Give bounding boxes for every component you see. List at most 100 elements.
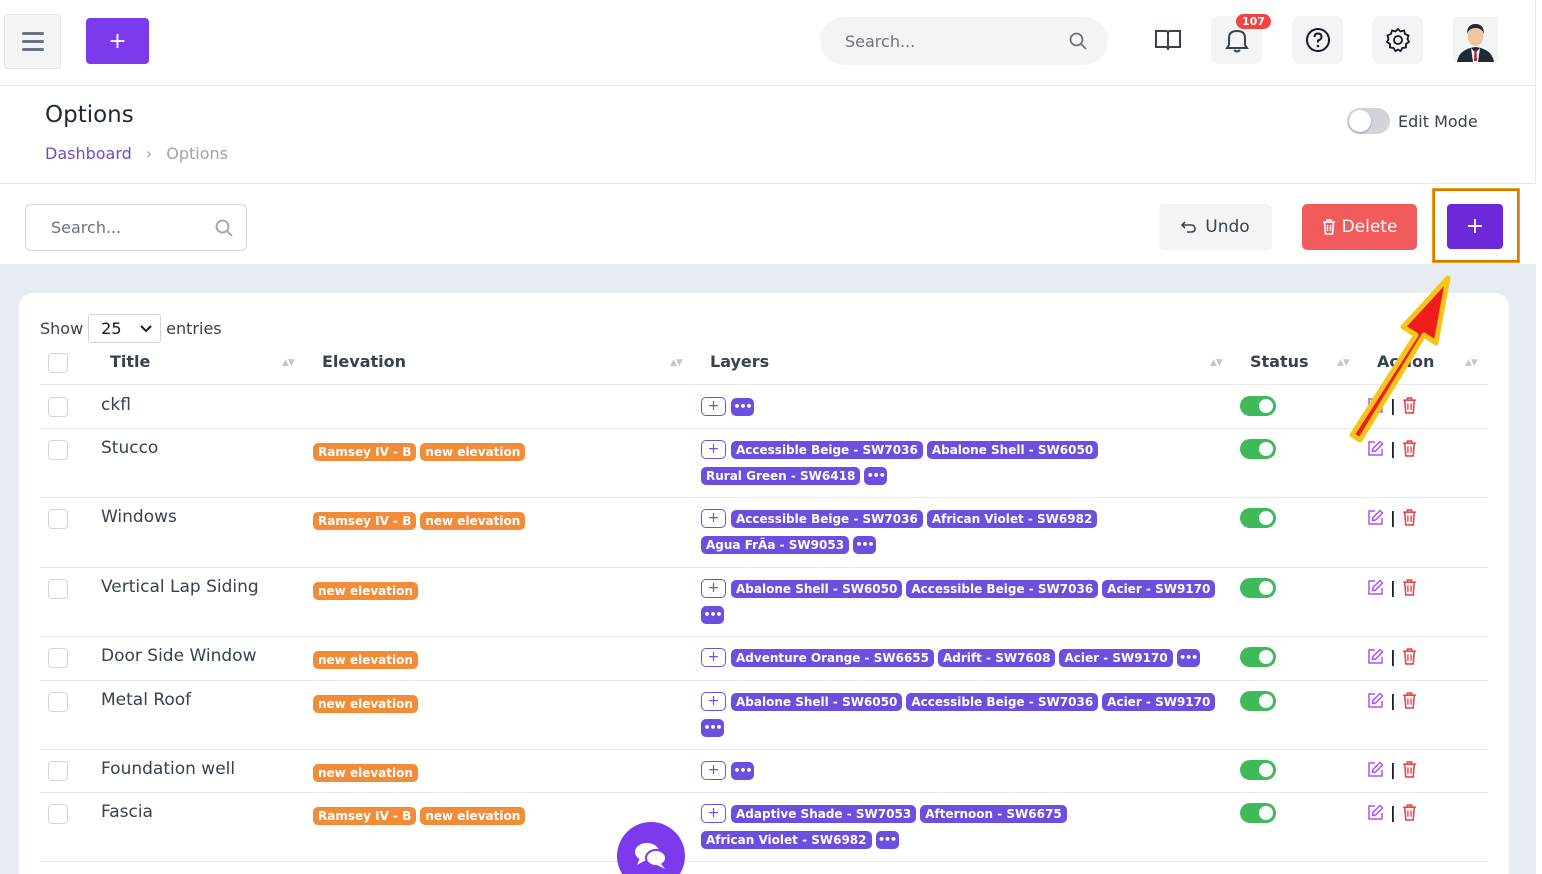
user-avatar[interactable] xyxy=(1453,17,1498,62)
row-checkbox[interactable] xyxy=(48,804,68,824)
row-checkbox[interactable] xyxy=(48,648,68,668)
row-elevations: new elevation xyxy=(313,762,422,782)
column-header-elevation[interactable]: Elevation xyxy=(322,352,406,371)
trash-icon[interactable] xyxy=(1402,692,1417,709)
gear-icon xyxy=(1385,27,1410,53)
status-toggle[interactable] xyxy=(1240,508,1276,528)
row-divider xyxy=(40,749,1488,750)
status-toggle[interactable] xyxy=(1240,439,1276,459)
layer-tag: Rural Green - SW6418 xyxy=(701,466,861,485)
breadcrumb-dashboard-link[interactable]: Dashboard xyxy=(45,144,132,163)
row-layers: + Abalone Shell - SW6050 Accessible Beige … xyxy=(701,688,1221,740)
row-elevations: new elevation xyxy=(313,693,422,713)
status-toggle[interactable] xyxy=(1240,578,1276,598)
undo-label: Undo xyxy=(1205,217,1250,237)
more-layers-button[interactable]: ••• xyxy=(853,535,877,554)
more-layers-button[interactable]: ••• xyxy=(701,718,724,737)
edit-mode-toggle[interactable] xyxy=(1347,108,1390,134)
entries-select[interactable]: 25 xyxy=(88,314,162,343)
row-divider xyxy=(40,680,1488,681)
annotation-arrow xyxy=(1349,275,1451,443)
bell-icon xyxy=(1224,29,1249,53)
add-layer-button[interactable]: + xyxy=(701,692,726,711)
layer-tag: Adaptive Shade - SW7053 xyxy=(731,804,917,823)
add-option-button[interactable]: + xyxy=(1447,204,1503,249)
layer-tag: Accessible Beige - SW7036 xyxy=(906,579,1099,598)
help-button[interactable] xyxy=(1292,16,1343,64)
book-icon xyxy=(1154,30,1181,51)
add-layer-button[interactable]: + xyxy=(701,509,726,528)
row-checkbox[interactable] xyxy=(48,397,68,417)
add-layer-button[interactable]: + xyxy=(701,761,726,780)
edit-icon[interactable] xyxy=(1367,692,1384,709)
top-add-button[interactable]: + xyxy=(86,18,149,64)
row-title: Door Side Window xyxy=(101,646,257,666)
trash-icon[interactable] xyxy=(1402,804,1417,821)
layer-tag: Abalone Shell - SW6050 xyxy=(731,579,903,598)
edit-icon[interactable] xyxy=(1367,579,1384,596)
page-header: Options Dashboard › Options Edit Mode xyxy=(0,86,1536,184)
delete-label: Delete xyxy=(1341,217,1398,237)
row-checkbox[interactable] xyxy=(48,579,68,599)
trash-icon[interactable] xyxy=(1402,579,1417,596)
row-checkbox[interactable] xyxy=(48,692,68,712)
settings-button[interactable] xyxy=(1372,16,1423,64)
edit-mode-control: Edit Mode xyxy=(1347,108,1478,134)
add-layer-button[interactable]: + xyxy=(701,397,726,416)
breadcrumb: Dashboard › Options xyxy=(45,144,228,163)
search-icon xyxy=(1069,32,1087,50)
add-layer-button[interactable]: + xyxy=(701,440,726,459)
column-header-layers[interactable]: Layers xyxy=(710,352,769,371)
layer-tag: Accessible Beige - SW7036 xyxy=(731,509,923,528)
undo-icon xyxy=(1181,221,1197,233)
layer-tag: Agua FrÃ­a - SW9053 xyxy=(701,535,850,554)
action-separator: | xyxy=(1390,578,1396,597)
table-search-input[interactable]: Search... xyxy=(25,204,247,251)
delete-button[interactable]: Delete xyxy=(1302,204,1417,250)
status-toggle[interactable] xyxy=(1240,647,1276,667)
add-layer-button[interactable]: + xyxy=(701,648,726,667)
elevation-tag: new elevation xyxy=(313,651,418,669)
select-all-checkbox[interactable] xyxy=(48,353,68,373)
row-actions: | xyxy=(1367,578,1417,597)
row-elevations: new elevation xyxy=(313,649,422,669)
edit-icon[interactable] xyxy=(1367,509,1384,526)
status-toggle[interactable] xyxy=(1240,803,1276,823)
edit-icon[interactable] xyxy=(1367,804,1384,821)
trash-icon[interactable] xyxy=(1402,509,1417,526)
hamburger-menu-button[interactable] xyxy=(4,14,61,69)
row-actions: | xyxy=(1367,691,1417,710)
row-checkbox[interactable] xyxy=(48,761,68,781)
action-separator: | xyxy=(1390,760,1396,779)
more-layers-button[interactable]: ••• xyxy=(731,761,754,780)
docs-button[interactable] xyxy=(1142,16,1193,64)
notifications-button[interactable]: 107 xyxy=(1211,14,1271,64)
more-layers-button[interactable]: ••• xyxy=(731,397,754,416)
undo-button[interactable]: Undo xyxy=(1159,204,1272,250)
row-actions: | xyxy=(1367,760,1417,779)
action-separator: | xyxy=(1390,647,1396,666)
add-layer-button[interactable]: + xyxy=(701,579,726,598)
layer-tag: Adrift - SW7608 xyxy=(938,648,1056,667)
edit-icon[interactable] xyxy=(1367,761,1384,778)
add-layer-button[interactable]: + xyxy=(701,804,726,823)
column-header-title[interactable]: Title xyxy=(110,352,150,371)
trash-icon[interactable] xyxy=(1402,761,1417,778)
more-layers-button[interactable]: ••• xyxy=(875,830,899,849)
status-toggle[interactable] xyxy=(1240,760,1276,780)
global-search-input[interactable]: Search... xyxy=(820,17,1108,65)
elevation-tag: Ramsey IV - B xyxy=(313,807,417,825)
layer-tag: African Violet - SW6982 xyxy=(701,830,872,849)
row-layers: + Abalone Shell - SW6050 Accessible Beige … xyxy=(701,575,1221,627)
status-toggle[interactable] xyxy=(1240,396,1276,416)
more-layers-button[interactable]: ••• xyxy=(1176,648,1200,667)
column-header-status[interactable]: Status xyxy=(1250,352,1309,371)
more-layers-button[interactable]: ••• xyxy=(701,605,724,624)
row-divider xyxy=(40,636,1488,637)
more-layers-button[interactable]: ••• xyxy=(864,466,888,485)
row-checkbox[interactable] xyxy=(48,509,68,529)
edit-icon[interactable] xyxy=(1367,648,1384,665)
trash-icon[interactable] xyxy=(1402,648,1417,665)
status-toggle[interactable] xyxy=(1240,691,1276,711)
row-checkbox[interactable] xyxy=(48,440,68,460)
